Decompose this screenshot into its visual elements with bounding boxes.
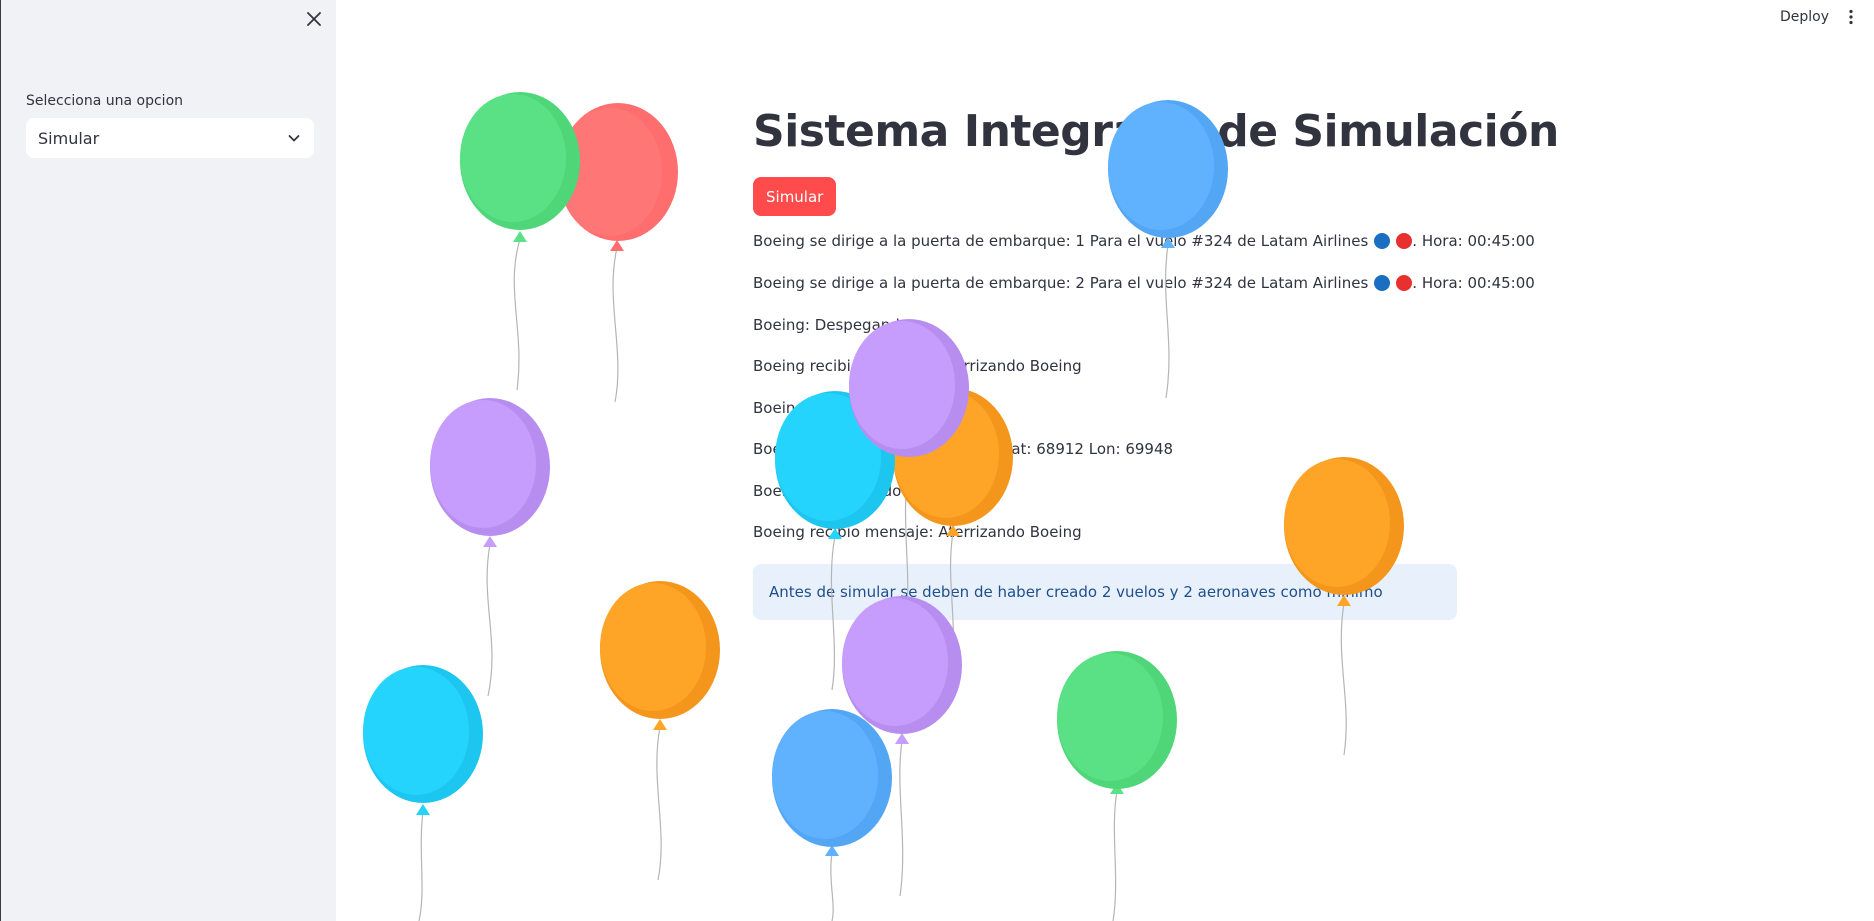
log-time: . Hora: 00:45:00	[1412, 274, 1535, 292]
balloon-icon	[558, 103, 678, 241]
balloon-icon	[363, 665, 483, 803]
balloon-icon	[600, 581, 720, 719]
log-text: Boeing: Despegando	[753, 316, 909, 334]
log-text: Boeing recibio mensaje: Aterrizando Boei…	[753, 523, 1082, 541]
log-line: Boeing recibio mensaje: Aterrizando Boei…	[753, 357, 1082, 375]
log-line: Boeing recibio mensaje: Aterrizando Boei…	[753, 523, 1082, 541]
log-text: Boeing recibio mensaje: Aterrizando Boei…	[753, 357, 1082, 375]
log-line: Boeing recibio ubicacion: Boeing Lat: 68…	[753, 440, 1173, 458]
log-line: Boeing se dirige a la puerta de embarque…	[753, 232, 1535, 250]
log-line: Boeing Lat: 68912 Lon: 69948	[753, 399, 980, 417]
select-label: Selecciona una opcion	[26, 93, 184, 109]
red-circle-icon	[1396, 275, 1413, 291]
info-alert: Antes de simular se deben de haber cread…	[753, 564, 1457, 620]
red-circle-icon	[1396, 233, 1413, 249]
deploy-button[interactable]: Deploy	[1770, 4, 1839, 30]
log-text: Boeing se dirige a la puerta de embarque…	[753, 232, 1369, 250]
log-line: Boeing: Aterrizando	[753, 482, 901, 500]
select-value: Simular	[38, 128, 100, 148]
log-line: Boeing: Despegando	[753, 316, 909, 334]
page-title: Sistema Integrado de Simulación	[753, 106, 1559, 157]
close-sidebar-button[interactable]	[301, 6, 327, 32]
chevron-down-icon	[288, 135, 300, 142]
main-menu-button[interactable]	[1838, 4, 1864, 30]
log-time: . Hora: 00:45:00	[1412, 232, 1535, 250]
info-message: Antes de simular se deben de haber cread…	[769, 583, 1383, 601]
balloon-icon	[1057, 651, 1177, 789]
balloon-icon	[772, 709, 892, 847]
log-text: Boeing: Aterrizando	[753, 482, 902, 500]
vertical-dots-icon	[1849, 9, 1853, 25]
log-text: Boeing se dirige a la puerta de embarque…	[753, 274, 1369, 292]
simulate-button[interactable]: Simular	[753, 177, 837, 216]
log-text: Boeing recibio ubicacion: Boeing Lat: 68…	[753, 440, 1174, 458]
log-line: Boeing se dirige a la puerta de embarque…	[753, 274, 1535, 292]
app-root: Selecciona una opcion Simular Deploy Sis…	[0, 0, 1874, 921]
sidebar: Selecciona una opcion Simular	[0, 0, 336, 921]
blue-circle-icon	[1374, 233, 1391, 249]
log-text: Boeing Lat: 68912 Lon: 69948	[753, 399, 980, 417]
option-select[interactable]: Simular	[26, 118, 314, 158]
balloon-icon	[460, 92, 580, 230]
balloon-icon	[849, 319, 969, 457]
close-icon	[307, 12, 321, 26]
blue-circle-icon	[1374, 275, 1391, 291]
balloon-icon	[430, 398, 550, 536]
